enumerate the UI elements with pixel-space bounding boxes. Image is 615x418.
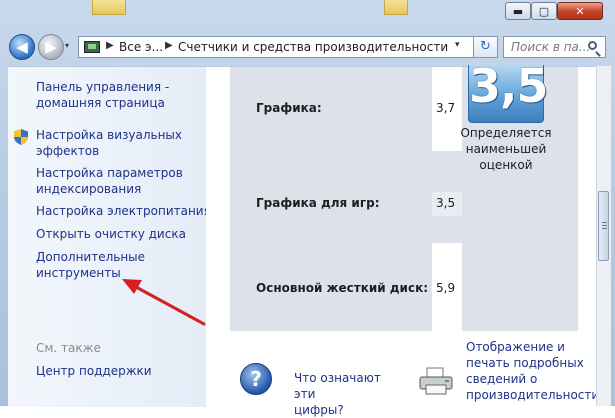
sidebar-link-advanced-tools[interactable]: Дополнительные инструменты (36, 249, 145, 281)
breadcrumb-segment-performance[interactable]: Счетчики и средства производительности (178, 40, 448, 54)
sidebar-link-indexing[interactable]: Настройка параметров индексирования (36, 165, 183, 197)
link-label: Отображение и (466, 340, 565, 354)
sidebar-link-visual-effects[interactable]: Настройка визуальных эффектов (36, 127, 182, 159)
maximize-button[interactable]: ▢ (531, 2, 557, 20)
link-label: производительности (466, 388, 600, 402)
row-label-gaming-graphics: Графика для игр: (256, 196, 380, 210)
refresh-icon: ↻ (480, 39, 491, 54)
search-input[interactable]: Поиск в па... (503, 36, 606, 58)
grip-line (602, 228, 607, 229)
link-label: печать подробных (466, 356, 584, 370)
caption-line: наименьшей (465, 142, 547, 156)
sidebar-link-label: эффектов (36, 144, 100, 158)
printer-icon[interactable] (418, 367, 454, 395)
see-also-heading: См. также (36, 341, 101, 355)
background-folder-tab (384, 0, 408, 15)
refresh-button[interactable]: ↻ (474, 36, 498, 58)
recent-pages-dropdown[interactable]: ▾ (65, 41, 75, 53)
sidebar-link-label: инструменты (36, 266, 121, 280)
explorer-window: ▬ ▢ ✕ ◀ ▶ ▾ ▶ Все э... ▶ Счетчики и сред… (0, 0, 615, 417)
back-button[interactable]: ◀ (9, 34, 35, 60)
row-value-gaming-graphics: 3,5 (436, 196, 456, 210)
breadcrumb-separator-icon[interactable]: ▶ (106, 40, 114, 51)
sidebar-link-label: Открыть очистку диска (36, 227, 186, 241)
row-label-graphics: Графика: (256, 101, 322, 115)
caption-line: оценкой (479, 158, 533, 172)
grip-line (602, 225, 607, 226)
sidebar-link-label: Настройка визуальных (36, 128, 183, 142)
sidebar-link-label: домашняя страница (36, 96, 165, 110)
shield-icon (14, 129, 28, 145)
row-value-graphics: 3,7 (436, 101, 456, 115)
row-label-hard-disk: Основной жесткий диск: (256, 281, 429, 295)
base-score-value: 3,5 (469, 59, 549, 113)
sidebar: Панель управления - домашняя страница На… (8, 66, 211, 407)
link-label: Что означают эти (294, 371, 381, 401)
what-do-numbers-mean-link[interactable]: Что означают эти цифры? (294, 370, 384, 418)
caption-line: Определяется (460, 126, 552, 140)
back-arrow-icon: ◀ (16, 38, 28, 56)
forward-arrow-icon: ▶ (45, 38, 57, 56)
sidebar-link-label: Настройка электропитания (36, 204, 211, 218)
breadcrumb-separator-icon[interactable]: ▶ (165, 40, 173, 51)
row-value-hard-disk: 5,9 (436, 281, 456, 295)
help-icon[interactable]: ? (240, 363, 272, 395)
sidebar-link-label: Дополнительные (36, 250, 146, 264)
sidebar-link-power[interactable]: Настройка электропитания (36, 203, 211, 219)
sidebar-link-label: Панель управления - (36, 80, 170, 94)
sidebar-link-label: Настройка параметров (36, 166, 183, 180)
link-label: сведений о (466, 372, 538, 386)
grip-line (602, 222, 607, 223)
base-score-caption: Определяется наименьшей оценкой (460, 125, 552, 173)
search-icon[interactable] (588, 41, 597, 50)
minimize-button[interactable]: ▬ (505, 2, 531, 20)
sidebar-link-control-panel-home[interactable]: Панель управления - домашняя страница (36, 79, 169, 111)
background-folder-tab (92, 0, 126, 15)
address-dropdown-icon[interactable]: ▾ (455, 40, 460, 50)
search-placeholder: Поиск в па... (511, 40, 591, 54)
close-button[interactable]: ✕ (557, 2, 603, 20)
forward-button[interactable]: ▶ (38, 34, 64, 60)
print-details-link[interactable]: Отображение и печать подробных сведений … (466, 339, 600, 403)
scrollbar-thumb[interactable] (598, 191, 609, 261)
address-bar[interactable]: ▶ Все э... ▶ Счетчики и средства произво… (78, 36, 474, 58)
sidebar-link-action-center[interactable]: Центр поддержки (36, 363, 152, 379)
link-label: цифры? (294, 403, 344, 417)
vertical-scrollbar[interactable] (596, 66, 611, 406)
control-panel-icon (84, 41, 100, 53)
base-score-badge: 3,5 (468, 59, 549, 123)
sidebar-link-label: индексирования (36, 182, 142, 196)
breadcrumb-segment-all[interactable]: Все э... (119, 40, 163, 54)
main-content: Графика: 3,7 Графика для игр: 3,5 Основн… (206, 59, 600, 417)
sidebar-link-disk-cleanup[interactable]: Открыть очистку диска (36, 226, 186, 242)
